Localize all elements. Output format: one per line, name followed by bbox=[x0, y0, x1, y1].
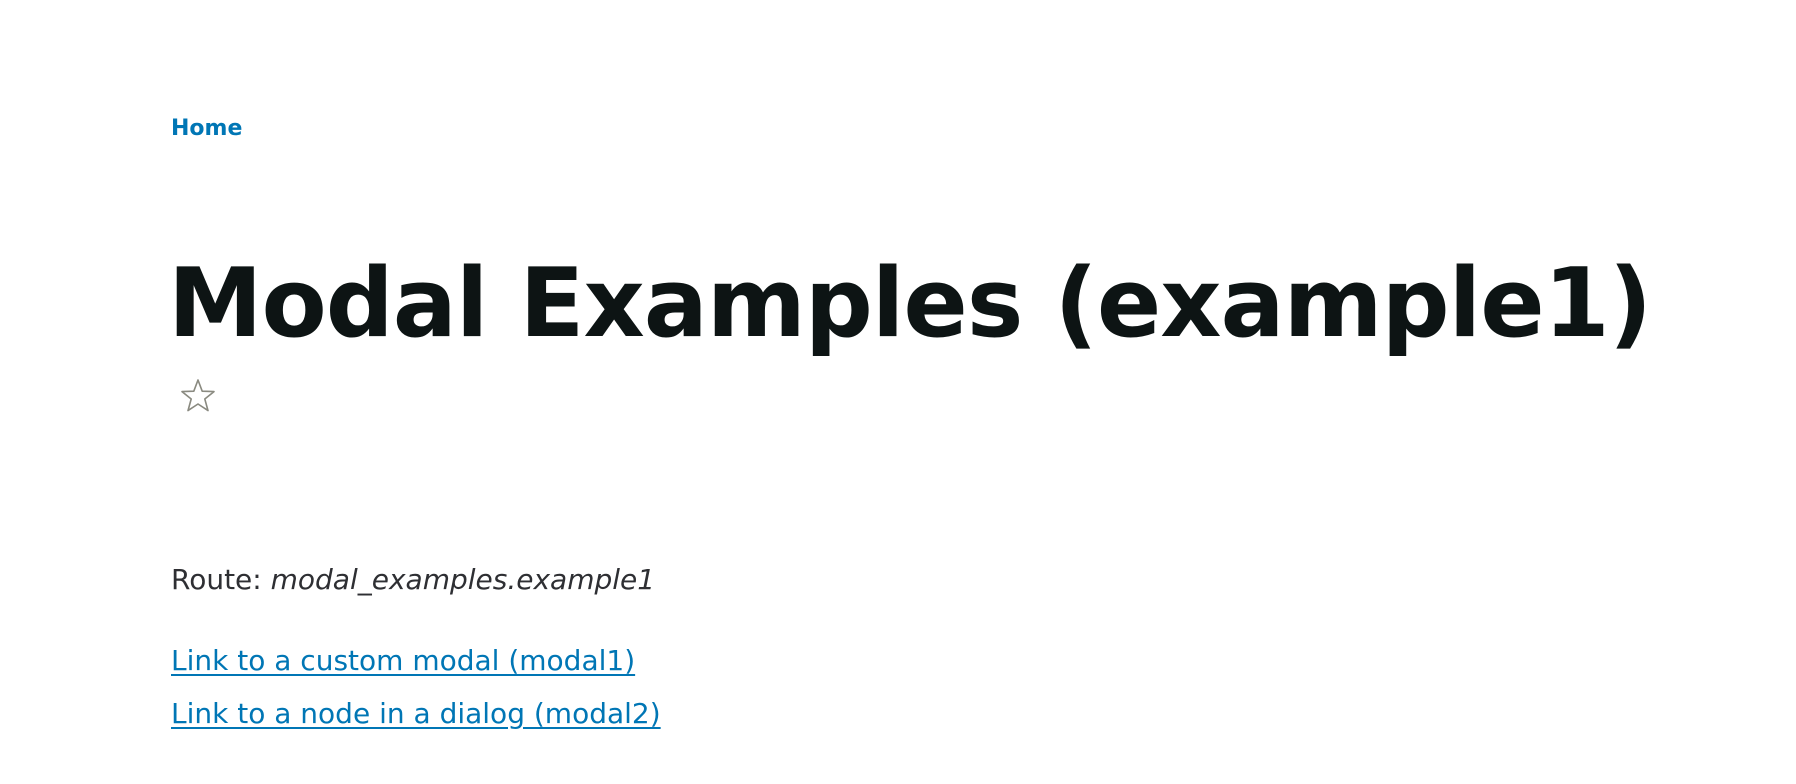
node-dialog-link[interactable]: Link to a node in a dialog (modal2) bbox=[171, 697, 661, 730]
route-label: Route: bbox=[171, 563, 262, 596]
route-info: Route: modal_examples.example1 bbox=[171, 563, 655, 596]
breadcrumb-item-home: Home bbox=[171, 116, 242, 141]
page-title: Modal Examples (example1) bbox=[168, 249, 1652, 359]
route-value: modal_examples.example1 bbox=[270, 563, 656, 596]
star-outline-icon-svg bbox=[181, 379, 215, 412]
star-outline-icon[interactable] bbox=[180, 378, 216, 414]
breadcrumb-list: Home bbox=[171, 116, 242, 141]
list-item: Link to a node in a dialog (modal2) bbox=[171, 696, 661, 736]
breadcrumb-link-home[interactable]: Home bbox=[171, 116, 242, 141]
custom-modal-link[interactable]: Link to a custom modal (modal1) bbox=[171, 644, 635, 677]
modal-links-list: Link to a custom modal (modal1) Link to … bbox=[171, 643, 661, 749]
list-item: Link to a custom modal (modal1) bbox=[171, 643, 661, 683]
